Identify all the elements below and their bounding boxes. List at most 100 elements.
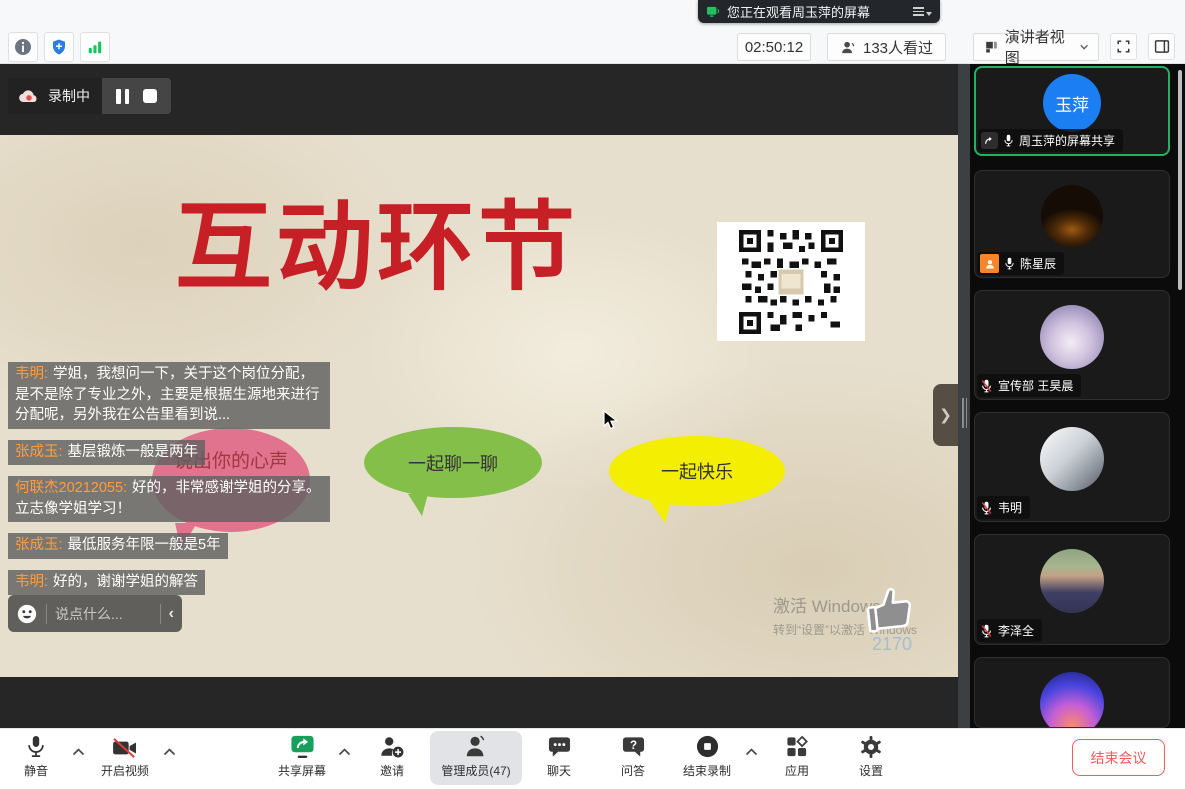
collapse-panel-handle[interactable]: ❯ [933, 384, 958, 446]
participant-name: 李泽全 [998, 622, 1034, 639]
mute-label: 静音 [24, 762, 48, 779]
bubble-green-text: 一起聊一聊 [408, 450, 498, 476]
participant-tile[interactable] [974, 657, 1170, 728]
participant-name-tag: 陈星辰 [977, 252, 1064, 275]
shield-plus-icon [50, 38, 68, 56]
record-options-chevron[interactable] [745, 748, 758, 756]
chat-icon [547, 735, 572, 759]
participant-tile[interactable]: 韦明 [974, 412, 1170, 522]
svg-text:?: ? [629, 740, 636, 752]
manage-members-button[interactable]: 管理成员(47) [430, 733, 522, 779]
chevron-down-icon [1080, 44, 1088, 50]
avatar-photo-sunset [1041, 185, 1103, 247]
host-badge-icon [980, 254, 999, 273]
bubble-yellow-text: 一起快乐 [661, 458, 733, 484]
invite-icon [379, 734, 405, 759]
sidebar-resize-handle[interactable] [958, 64, 970, 728]
network-status-button[interactable] [80, 32, 110, 62]
fullscreen-icon [1116, 39, 1131, 54]
banner-menu-button[interactable] [913, 7, 932, 16]
caret-icon [926, 12, 932, 16]
viewer-count-button[interactable]: 133人看过 [827, 33, 946, 61]
avatar-photo-neon [1040, 672, 1104, 728]
share-screen-icon [289, 734, 316, 759]
settings-button[interactable]: 设置 [841, 733, 901, 779]
participant-name-tag: 宣传部 王昊晨 [977, 374, 1081, 397]
avatar: 玉萍 [1043, 74, 1101, 132]
participant-tile[interactable]: 李泽全 [974, 534, 1170, 645]
sidebar-scrollbar[interactable] [1178, 70, 1182, 290]
chat-message: 韦明:好的，谢谢学姐的解答 [8, 570, 205, 596]
bubble-yellow: 一起快乐 [609, 436, 785, 506]
start-video-button[interactable]: 开启视频 [88, 733, 162, 779]
viewer-count-label: 133人看过 [863, 37, 933, 58]
collapse-chat-icon[interactable]: ‹ [169, 605, 174, 623]
fullscreen-button[interactable] [1110, 33, 1137, 60]
participant-tile-sharing[interactable]: 玉萍 周玉萍的屏幕共享 [974, 66, 1170, 156]
slide-title: 互动环节 [175, 195, 579, 302]
meeting-timer: 02:50:12 [737, 33, 811, 61]
pause-recording-button[interactable] [116, 89, 129, 104]
recording-bar: 录制中 [8, 78, 171, 114]
video-options-chevron[interactable] [163, 748, 176, 756]
stop-recording-button[interactable] [143, 89, 157, 103]
participant-name: 宣传部 王昊晨 [998, 377, 1073, 394]
side-panel-toggle-button[interactable] [1148, 33, 1175, 60]
mute-button[interactable]: 静音 [6, 733, 66, 779]
info-button[interactable] [8, 32, 38, 62]
view-mode-dropdown[interactable]: 演讲者视图 [973, 33, 1099, 61]
screen-watch-icon [706, 6, 720, 18]
chat-sender: 张成玉: [15, 537, 63, 553]
chat-button[interactable]: 聊天 [529, 733, 589, 779]
mic-muted-icon [980, 501, 993, 515]
recording-status: 录制中 [8, 78, 102, 114]
chat-text: 基层锻炼一般是两年 [68, 444, 199, 460]
mute-options-chevron[interactable] [72, 748, 85, 756]
stop-recording-label: 结束录制 [683, 762, 731, 779]
chat-sender: 韦明: [15, 366, 48, 382]
hamburger-icon [913, 7, 924, 16]
chat-message: 何联杰20212055:好的，非常感谢学姐的分享。立志像学姐学习！ [8, 476, 330, 522]
chat-sender: 张成玉: [15, 444, 63, 460]
mic-on-icon [1004, 257, 1015, 270]
participant-tile[interactable]: 宣传部 王昊晨 [974, 290, 1170, 400]
viewing-banner[interactable]: 您正在观看周玉萍的屏幕 [698, 0, 940, 23]
end-meeting-button[interactable]: 结束会议 [1072, 739, 1165, 776]
share-options-chevron[interactable] [338, 748, 351, 756]
layout-icon [984, 39, 999, 55]
viewers-icon [840, 39, 857, 56]
participant-name: 周玉萍的屏幕共享 [1019, 132, 1115, 149]
chat-message: 张成玉: 基层锻炼一般是两年 [8, 440, 205, 466]
participant-name-tag: 周玉萍的屏幕共享 [978, 129, 1123, 152]
participant-name-tag: 李泽全 [977, 619, 1042, 642]
mic-on-icon [1003, 134, 1014, 147]
signal-bars-icon [86, 38, 104, 56]
view-mode-label: 演讲者视图 [1005, 26, 1074, 68]
participant-tile[interactable]: 陈星辰 [974, 170, 1170, 278]
qr-code [717, 222, 865, 341]
stop-recording-toolbar-button[interactable]: 结束录制 [672, 733, 742, 779]
chat-sender: 何联杰20212055: [15, 480, 127, 496]
avatar-photo-white [1040, 427, 1104, 491]
microphone-icon [25, 734, 47, 759]
security-button[interactable] [44, 32, 74, 62]
apps-label: 应用 [785, 762, 809, 779]
recording-label: 录制中 [48, 86, 90, 106]
qa-button[interactable]: ? 问答 [603, 733, 663, 779]
chat-quick-input[interactable]: 说点什么... ‹ [8, 595, 182, 632]
apps-button[interactable]: 应用 [767, 733, 827, 779]
chat-input-placeholder[interactable]: 说点什么... [55, 604, 152, 624]
chat-text: 好的，谢谢学姐的解答 [53, 574, 198, 590]
bubble-green-tail [408, 494, 428, 516]
avatar-photo-lilac [1040, 305, 1104, 369]
invite-button[interactable]: 邀请 [362, 733, 422, 779]
like-button[interactable] [862, 583, 918, 640]
emoji-icon[interactable] [16, 603, 38, 625]
chat-label: 聊天 [547, 762, 571, 779]
bottom-toolbar [0, 728, 1185, 789]
chat-message: 张成玉:最低服务年限一般是5年 [8, 533, 228, 559]
share-screen-button[interactable]: 共享屏幕 [267, 733, 337, 779]
end-meeting-label: 结束会议 [1091, 748, 1147, 768]
chat-message: 韦明:学姐，我想问一下，关于这个岗位分配，是不是除了专业之外，主要是根据生源地来… [8, 362, 330, 429]
chat-text: 学姐，我想问一下，关于这个岗位分配，是不是除了专业之外，主要是根据生源地来进行分… [15, 366, 320, 423]
